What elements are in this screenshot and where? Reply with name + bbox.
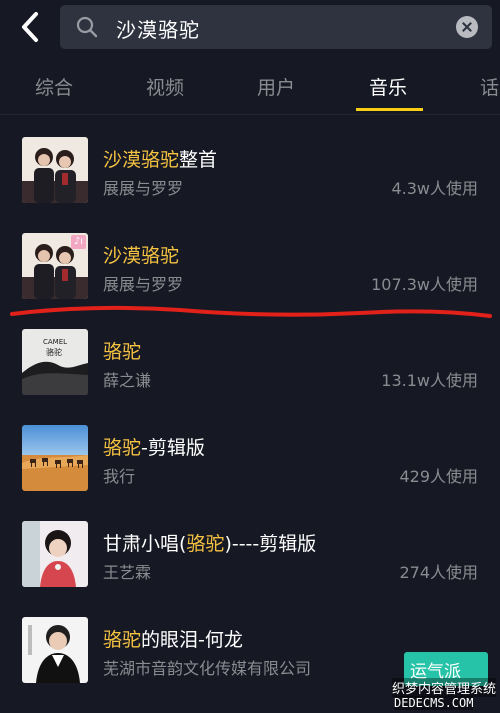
song-title: 骆驼-剪辑版 bbox=[103, 437, 205, 459]
list-item[interactable]: 甘肃小唱(骆驼)----剪辑版 王艺霖 274人使用 bbox=[0, 509, 500, 605]
artist-name: 展展与罗罗 bbox=[103, 275, 184, 294]
song-title: 甘肃小唱(骆驼)----剪辑版 bbox=[103, 533, 317, 555]
back-button[interactable] bbox=[14, 8, 50, 46]
watermark: 织梦内容管理系统 DEDECMS.COM bbox=[392, 676, 500, 713]
usage-count: 274人使用 bbox=[399, 563, 478, 582]
tab-bar: 综合 视频 用户 音乐 话 bbox=[0, 60, 500, 114]
album-cover: ♪ı bbox=[22, 233, 88, 299]
tab-topics[interactable]: 话 bbox=[480, 73, 499, 100]
watermark-url: DEDECMS.COM bbox=[394, 696, 474, 710]
album-cover bbox=[22, 521, 88, 587]
tab-music[interactable]: 音乐 bbox=[369, 73, 407, 100]
top-bar: 沙漠骆驼 bbox=[0, 0, 500, 58]
tab-users[interactable]: 用户 bbox=[257, 73, 295, 100]
album-cover bbox=[22, 137, 88, 203]
usage-count: 107.3w人使用 bbox=[371, 275, 478, 294]
list-item[interactable]: CAMEL 骆驼 骆驼 薛之谦 13.1w人使用 bbox=[0, 317, 500, 413]
watermark-text: 织梦内容管理系统 bbox=[392, 678, 497, 697]
clear-icon[interactable] bbox=[456, 16, 478, 38]
cover-caption: CAMEL bbox=[43, 338, 68, 346]
song-title: 骆驼的眼泪-何龙 bbox=[103, 629, 243, 651]
song-title: 沙漠骆驼 bbox=[103, 245, 180, 267]
tabs-divider bbox=[0, 114, 500, 115]
usage-count: 13.1w人使用 bbox=[381, 371, 478, 390]
artist-name: 展展与罗罗 bbox=[103, 179, 184, 198]
album-cover bbox=[22, 425, 88, 491]
search-icon bbox=[76, 16, 98, 38]
usage-count: 4.3w人使用 bbox=[391, 179, 478, 198]
album-cover bbox=[22, 617, 88, 683]
song-title: 沙漠骆驼整首 bbox=[103, 149, 218, 171]
list-item[interactable]: 骆驼-剪辑版 我行 429人使用 bbox=[0, 413, 500, 509]
red-underline-annotation bbox=[10, 305, 492, 318]
list-item[interactable]: 沙漠骆驼整首 展展与罗罗 4.3w人使用 bbox=[0, 125, 500, 221]
tab-videos[interactable]: 视频 bbox=[146, 73, 184, 100]
cover-caption: 骆驼 bbox=[46, 348, 62, 357]
search-input[interactable]: 沙漠骆驼 bbox=[116, 14, 200, 43]
chevron-left-icon bbox=[22, 12, 38, 42]
artist-name: 薛之谦 bbox=[103, 371, 152, 390]
artist-name: 王艺霖 bbox=[103, 563, 152, 582]
active-tab-indicator bbox=[356, 108, 423, 111]
artist-name: 我行 bbox=[103, 467, 136, 486]
usage-count: 429人使用 bbox=[399, 467, 478, 486]
tab-all[interactable]: 综合 bbox=[35, 73, 73, 100]
music-badge-icon: ♪ı bbox=[70, 235, 86, 249]
song-title: 骆驼 bbox=[103, 341, 142, 363]
search-bar[interactable]: 沙漠骆驼 bbox=[60, 5, 492, 49]
artist-name: 芜湖市音韵文化传媒有限公司 bbox=[103, 659, 312, 678]
